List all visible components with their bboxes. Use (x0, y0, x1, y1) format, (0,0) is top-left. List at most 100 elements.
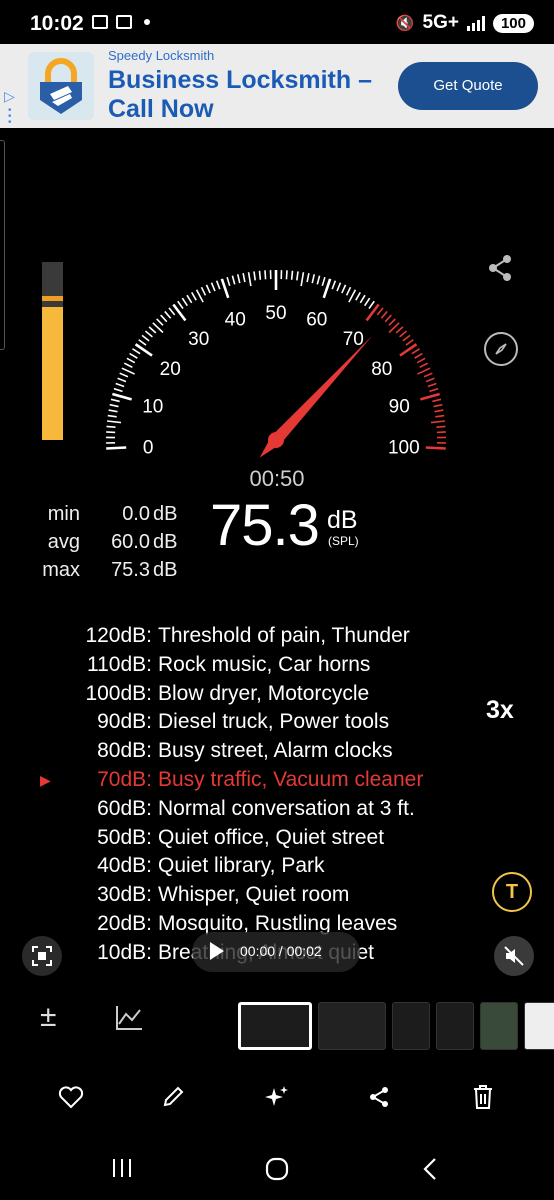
text-detect-glyph: T (505, 880, 519, 903)
favorite-icon[interactable] (56, 1082, 86, 1112)
ad-menu-icon[interactable]: • • • (8, 106, 12, 128)
reference-row: 120dB: Threshold of pain, Thunder (40, 622, 423, 651)
gauge-tick (364, 297, 371, 307)
current-reading: 75.3 (210, 493, 320, 558)
graph-icon[interactable] (114, 1004, 144, 1037)
home-icon[interactable] (264, 1156, 290, 1187)
gauge-tick (425, 446, 446, 450)
reference-row: 60dB: Normal conversation at 3 ft. (40, 795, 423, 824)
edge-panel-handle[interactable] (0, 140, 5, 350)
gauge-tick (430, 420, 446, 424)
gauge-tick (414, 352, 423, 359)
video-controls[interactable]: 00:00 / 00:02 (192, 932, 360, 972)
gauge-tick (290, 270, 294, 280)
gauge-tick (123, 362, 133, 368)
level-meter-peak (42, 296, 63, 302)
system-nav-bar (0, 1140, 554, 1200)
delete-icon[interactable] (468, 1082, 498, 1112)
reference-row: ▶ 70dB: Busy traffic, Vacuum cleaner (40, 766, 423, 795)
gauge-tick (121, 367, 135, 375)
gauge-tick (341, 284, 347, 294)
gauge-tick (427, 382, 437, 388)
reference-row: 80dB: Busy street, Alarm clocks (40, 737, 423, 766)
stat-label: avg (47, 531, 80, 553)
share-icon[interactable] (364, 1082, 394, 1112)
back-icon[interactable] (420, 1156, 440, 1187)
gauge-tick (106, 420, 122, 424)
gauge-tick (236, 274, 241, 284)
zoom-level[interactable]: 3x (486, 696, 514, 725)
timeline-thumbnail[interactable] (238, 1002, 312, 1050)
stat-value: 60.0 (111, 531, 150, 553)
play-icon[interactable] (210, 942, 224, 960)
stat-value: 0.0 (122, 503, 150, 525)
gauge-label: 0 (143, 437, 154, 458)
timeline-thumbnail[interactable] (480, 1002, 518, 1050)
current-level-marker-icon (40, 651, 62, 680)
timeline-thumbnail[interactable] (392, 1002, 430, 1050)
gauge-tick (264, 270, 267, 280)
level-meter-fill (42, 306, 63, 440)
gauge-tick (134, 343, 153, 357)
gauge-tick (113, 387, 123, 393)
gauge-label: 90 (389, 396, 410, 417)
noise-reference-list: 120dB: Threshold of pain, Thunder 110dB: Ro… (40, 622, 423, 968)
video-editor-strip: ± (0, 990, 554, 1062)
ad-sponsor: Speedy Locksmith (108, 48, 215, 63)
reference-description: Threshold of pain, Thunder (158, 624, 410, 647)
gauge-tick (231, 275, 236, 285)
stat-label: min (47, 503, 80, 525)
reference-db: 30dB: (97, 883, 152, 907)
gauge-tick (435, 414, 445, 418)
reference-description: Whisper, Quiet room (158, 883, 350, 907)
current-level-marker-icon (40, 708, 62, 737)
status-time: 10:02 (30, 12, 84, 35)
gauge-tick (148, 326, 157, 334)
gauge-tick (417, 367, 431, 375)
reference-db: 60dB: (97, 796, 152, 820)
gauge-tick (434, 409, 444, 413)
reference-description: Quiet office, Quiet street (158, 825, 385, 849)
ai-enhance-icon[interactable] (262, 1082, 292, 1112)
gauge-tick (119, 372, 129, 378)
ad-cta-button[interactable]: Get Quote (398, 62, 538, 110)
stat-avg: avg 60.0 dB (28, 528, 178, 556)
reference-row: 90dB: Diesel truck, Power tools (40, 708, 423, 737)
timeline-thumbnails[interactable] (238, 1002, 554, 1050)
gauge-label: 80 (371, 359, 392, 380)
gauge-label: 50 (265, 303, 286, 324)
gauge-tick (321, 276, 326, 287)
reference-description: Quiet library, Park (158, 854, 325, 878)
reference-row: 30dB: Whisper, Quiet room (40, 881, 423, 910)
timeline-thumbnail[interactable] (436, 1002, 474, 1050)
reading-unit: dB (327, 506, 358, 534)
timeline-thumbnail[interactable] (524, 1002, 554, 1050)
adjust-icon[interactable]: ± (40, 1000, 56, 1034)
stat-value: 75.3 (111, 559, 150, 581)
ad-title[interactable]: Business Locksmith – Call Now (108, 66, 388, 124)
stat-min: min 0.0 dB (28, 500, 178, 528)
timeline-thumbnail[interactable] (318, 1002, 386, 1050)
share-icon[interactable] (482, 250, 518, 286)
edit-icon[interactable] (158, 1082, 188, 1112)
recents-icon[interactable] (110, 1156, 134, 1185)
current-level-marker-icon (40, 737, 62, 766)
ad-choices-icon[interactable]: ▷ (4, 88, 15, 105)
compass-icon[interactable] (484, 332, 518, 366)
reference-description: Normal conversation at 3 ft. (158, 796, 415, 820)
gauge-tick (247, 272, 252, 287)
gauge-tick (108, 409, 118, 413)
text-detect-icon[interactable]: T (492, 872, 532, 912)
ad-banner[interactable]: ▷ • • • Speedy Locksmith Business Locksmit… (0, 44, 554, 128)
video-time: 00:00 / 00:02 (240, 943, 322, 959)
gauge-tick (129, 352, 138, 359)
reference-db: 20dB: (97, 911, 152, 935)
gauge-tick (253, 271, 256, 281)
reading-weighting: (SPL) (328, 534, 359, 548)
level-meter (42, 262, 63, 440)
reference-db: 80dB: (97, 739, 152, 763)
gauge-tick (388, 318, 396, 326)
mute-icon[interactable] (494, 936, 534, 976)
capture-icon[interactable] (22, 936, 62, 976)
stat-unit: dB (153, 503, 178, 525)
